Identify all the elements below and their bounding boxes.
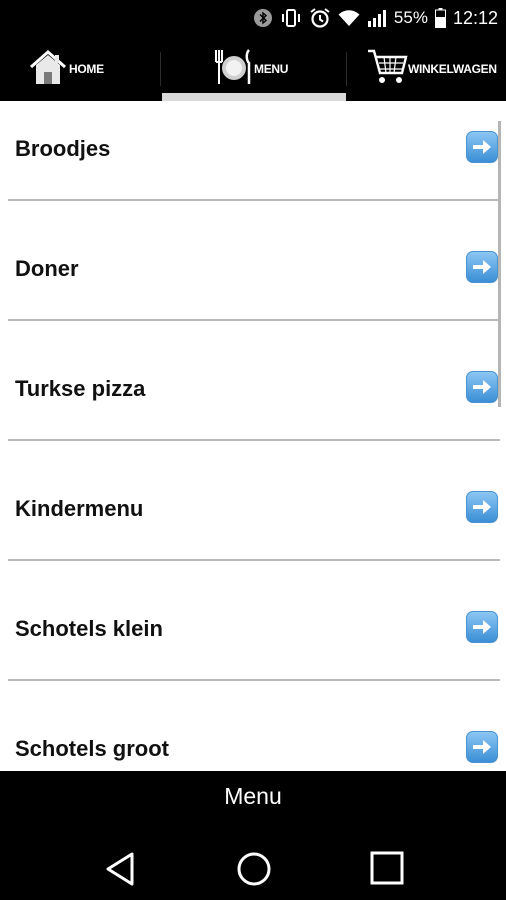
divider xyxy=(8,199,500,201)
home-circle-icon[interactable] xyxy=(236,851,272,892)
arrow-right-icon[interactable] xyxy=(466,371,498,403)
status-icons: 55% 12:12 xyxy=(253,0,498,36)
list-item[interactable]: Broodjes xyxy=(0,101,506,220)
arrow-right-icon[interactable] xyxy=(466,131,498,163)
tab-label: WINKELWAGEN xyxy=(408,61,497,76)
tab-divider xyxy=(346,52,347,86)
shopping-cart-icon xyxy=(366,47,408,90)
bluetooth-icon xyxy=(253,8,273,28)
arrow-right-icon[interactable] xyxy=(466,611,498,643)
battery-percent: 55% xyxy=(393,8,428,27)
home-icon xyxy=(28,47,68,90)
arrow-right-icon[interactable] xyxy=(466,731,498,763)
back-icon[interactable] xyxy=(104,851,136,892)
signal-icon xyxy=(367,9,387,27)
list-item[interactable]: Schotels groot xyxy=(0,701,506,771)
arrow-right-icon[interactable] xyxy=(466,491,498,523)
bottom-bar: Menu xyxy=(0,771,506,900)
nav-tabs: HOME MENU WINKELWAGEN xyxy=(0,36,506,101)
item-label: Kindermenu xyxy=(15,496,144,521)
menu-list[interactable]: Broodjes Doner Turkse pizza Kindermenu S… xyxy=(0,101,506,771)
wifi-icon xyxy=(338,9,360,27)
list-item[interactable]: Turkse pizza xyxy=(0,341,506,460)
list-item[interactable]: Kindermenu xyxy=(0,461,506,580)
tab-home[interactable]: HOME xyxy=(28,36,160,101)
tab-label: MENU xyxy=(254,61,289,76)
tab-winkelwagen[interactable]: WINKELWAGEN xyxy=(366,36,506,101)
vibrate-icon xyxy=(280,8,302,28)
tab-label: HOME xyxy=(69,61,104,76)
divider xyxy=(8,679,500,681)
list-item[interactable]: Schotels klein xyxy=(0,581,506,700)
plate-cutlery-icon xyxy=(212,46,254,91)
arrow-right-icon[interactable] xyxy=(466,251,498,283)
tab-divider xyxy=(160,52,161,86)
status-bar: 55% 12:12 xyxy=(0,0,506,36)
item-label: Doner xyxy=(15,256,79,281)
item-label: Schotels groot xyxy=(15,736,170,761)
alarm-icon xyxy=(309,7,331,29)
bottom-title: Menu xyxy=(224,783,282,809)
recents-square-icon[interactable] xyxy=(370,851,404,890)
clock: 12:12 xyxy=(452,8,498,28)
divider xyxy=(8,559,500,561)
item-label: Schotels klein xyxy=(15,616,163,641)
battery-icon xyxy=(434,8,446,28)
list-item[interactable]: Doner xyxy=(0,221,506,340)
divider xyxy=(8,319,500,321)
scrollbar[interactable] xyxy=(498,121,501,407)
item-label: Turkse pizza xyxy=(15,376,146,401)
item-label: Broodjes xyxy=(15,136,111,161)
tab-menu[interactable]: MENU xyxy=(162,36,346,101)
active-tab-indicator xyxy=(162,93,346,101)
divider xyxy=(8,439,500,441)
